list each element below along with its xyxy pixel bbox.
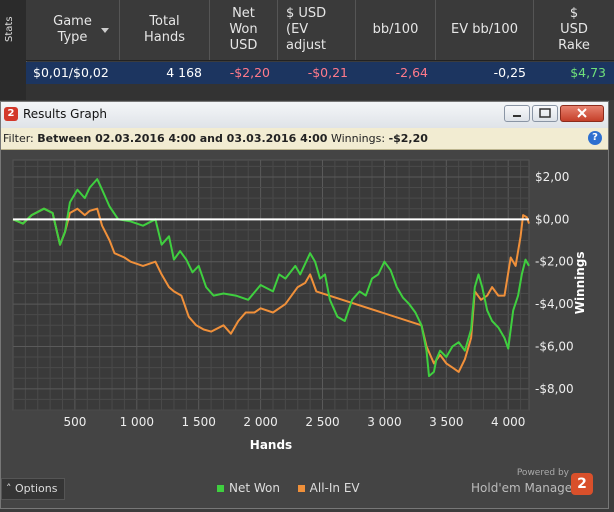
- col-game-type[interactable]: Game Type: [26, 0, 120, 60]
- legend-label-allin-ev: All-In EV: [309, 481, 360, 495]
- brand-badge-icon: 2: [571, 473, 593, 495]
- powered-by-text: Powered by: [516, 468, 569, 478]
- chevron-up-icon: ˄: [6, 482, 12, 495]
- legend-swatch-net-won: [217, 485, 224, 492]
- x-tick-label: 4 000: [491, 415, 525, 429]
- app-logo-icon: 2: [4, 107, 18, 121]
- cell-ev-adjust: -$0,21: [307, 65, 348, 80]
- x-tick-label: 3 500: [429, 415, 463, 429]
- legend-swatch-allin-ev: [297, 485, 305, 492]
- col-net-won[interactable]: Net Won USD: [210, 0, 278, 60]
- filter-winnings-label: Winnings:: [330, 132, 386, 145]
- x-tick-label: 3 000: [367, 415, 401, 429]
- col-total-hands[interactable]: Total Hands: [120, 0, 210, 60]
- cell-net-won: -$2,20: [229, 65, 270, 80]
- close-button[interactable]: [560, 105, 604, 122]
- stats-side-tab[interactable]: Stats: [0, 0, 27, 100]
- maximize-button[interactable]: [532, 105, 558, 122]
- col-rake-label: $ USD Rake: [558, 6, 590, 53]
- minimize-button[interactable]: [504, 105, 530, 122]
- chart-legend: Net Won All-In EV: [217, 481, 360, 495]
- x-tick-label: 500: [63, 415, 86, 429]
- col-ev-bb100[interactable]: EV bb/100: [436, 0, 534, 60]
- x-tick-label: 1 000: [120, 415, 154, 429]
- y-tick-label: -$8,00: [535, 382, 574, 396]
- cell-ev-bb100: -0,25: [493, 65, 526, 80]
- filter-range: Between 02.03.2016 4:00 and 03.03.2016 4…: [37, 132, 328, 145]
- dropdown-arrow-icon[interactable]: [101, 28, 109, 33]
- minimize-icon: [513, 115, 521, 117]
- col-ev-adjust[interactable]: $ USD (EV adjust: [278, 0, 356, 60]
- y-tick-label: -$6,00: [535, 339, 574, 353]
- help-icon[interactable]: ?: [588, 131, 602, 145]
- results-chart: 500 1 000 1 500 2 000 2 500 3 000 3 500 4 000 $2…: [12, 159, 587, 452]
- cell-rake: $4,73: [570, 65, 606, 80]
- plot-background: [12, 159, 530, 411]
- stats-table-header: Game Type Total Hands Net Won USD $ USD …: [26, 0, 614, 61]
- cell-bb100: -2,64: [395, 65, 428, 80]
- col-net-won-label: Net Won USD: [229, 6, 258, 53]
- filter-prefix: Filter:: [3, 132, 34, 145]
- graph-area: 500 1 000 1 500 2 000 2 500 3 000 3 500 4 000 $2…: [1, 150, 608, 508]
- col-bb100[interactable]: bb/100: [356, 0, 436, 60]
- y-tick-label: -$2,00: [535, 255, 574, 269]
- filter-winnings-value: -$2,20: [388, 132, 428, 145]
- x-axis-title: Hands: [250, 438, 292, 452]
- brand-name: Hold'em Manager: [471, 481, 578, 495]
- legend-label-net-won: Net Won: [229, 481, 280, 495]
- y-tick-label: $2,00: [535, 170, 569, 184]
- window-title: Results Graph: [23, 107, 107, 121]
- col-rake[interactable]: $ USD Rake: [534, 0, 614, 60]
- options-label: Options: [15, 482, 58, 495]
- cell-game: $0,01/$0,02 NI: [33, 65, 109, 102]
- y-tick-label: $0,00: [535, 212, 569, 226]
- col-total-hands-label: Total Hands: [143, 14, 185, 45]
- x-tick-label: 2 500: [305, 415, 339, 429]
- x-tick-label: 2 000: [243, 415, 277, 429]
- window-titlebar[interactable]: 2 Results Graph: [1, 102, 608, 128]
- filter-bar: Filter: Between 02.03.2016 4:00 and 03.0…: [1, 128, 608, 150]
- cell-hands: 4 168: [166, 65, 202, 80]
- table-row[interactable]: $0,01/$0,02 NI 4 168 -$2,20 -$0,21 -2,64…: [26, 62, 614, 102]
- close-icon: [577, 108, 587, 118]
- col-game-type-label: Game Type: [53, 14, 92, 45]
- col-ev-bb100-label: EV bb/100: [451, 22, 518, 37]
- col-bb100-label: bb/100: [372, 22, 419, 37]
- col-ev-adjust-label: $ USD (EV adjust: [286, 6, 327, 53]
- y-tick-label: -$4,00: [535, 297, 574, 311]
- table-empty-area: [26, 84, 614, 100]
- stats-side-label: Stats: [4, 16, 15, 42]
- results-graph-window: 2 Results Graph Filter: Between 02.03.20…: [0, 101, 609, 509]
- options-button[interactable]: ˄ Options: [1, 478, 65, 500]
- maximize-icon: [539, 108, 551, 118]
- x-tick-label: 1 500: [182, 415, 216, 429]
- y-axis-title: Winnings: [573, 251, 587, 314]
